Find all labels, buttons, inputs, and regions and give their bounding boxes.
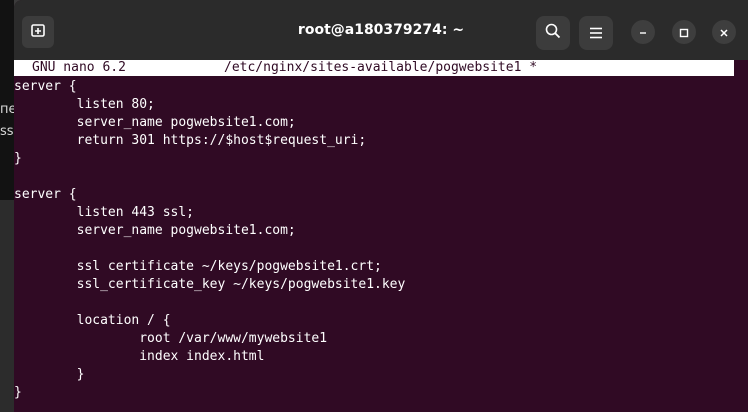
hamburger-menu-icon [589, 24, 603, 43]
code-line[interactable]: } [14, 384, 734, 402]
code-line[interactable]: index index.html [14, 348, 734, 366]
maximize-button[interactable] [672, 20, 696, 44]
minimize-button[interactable] [631, 20, 655, 44]
background-window-top [0, 0, 14, 200]
minimize-icon [638, 23, 648, 42]
background-window[interactable]: пе ss [0, 0, 17, 412]
nano-version: GNU nano 6.2 [32, 60, 126, 75]
terminal-area[interactable]: GNU nano 6.2 /etc/nginx/sites-available/… [14, 60, 748, 412]
nano-file-path: /etc/nginx/sites-available/pogwebsite1 * [224, 60, 538, 75]
code-line[interactable]: server { [14, 186, 734, 204]
background-window-text: ss [0, 124, 14, 139]
editor-buffer[interactable]: server { listen 80; server_name pogwebsi… [14, 78, 734, 402]
search-icon [545, 23, 561, 43]
menu-button[interactable] [579, 16, 613, 50]
code-line[interactable]: server_name pogwebsite1.com; [14, 222, 734, 240]
code-line[interactable]: listen 443 ssl; [14, 204, 734, 222]
maximize-icon [679, 23, 689, 42]
code-line[interactable] [14, 168, 734, 186]
code-line[interactable]: root /var/www/mywebsite1 [14, 330, 734, 348]
close-icon [719, 23, 729, 42]
code-line[interactable]: server { [14, 78, 734, 96]
code-line[interactable]: listen 80; [14, 96, 734, 114]
terminal-scrollbar[interactable] [736, 60, 748, 412]
search-button[interactable] [536, 16, 570, 50]
code-line[interactable]: server_name pogwebsite1.com; [14, 114, 734, 132]
title-bar[interactable]: root@a180379274: ~ [14, 0, 748, 60]
code-line[interactable]: ssl certificate ~/keys/pogwebsite1.crt; [14, 258, 734, 276]
nano-title-bar: GNU nano 6.2 /etc/nginx/sites-available/… [14, 60, 734, 76]
close-button[interactable] [712, 20, 736, 44]
code-line[interactable]: } [14, 150, 734, 168]
code-line[interactable]: ssl_certificate_key ~/keys/pogwebsite1.k… [14, 276, 734, 294]
code-line[interactable]: return 301 https://$host$request_uri; [14, 132, 734, 150]
code-line[interactable]: location / { [14, 312, 734, 330]
terminal-window[interactable]: root@a180379274: ~ GNU nano 6.2 /etc/ngi… [14, 0, 748, 412]
code-line[interactable] [14, 294, 734, 312]
code-line[interactable] [14, 240, 734, 258]
code-line[interactable]: } [14, 366, 734, 384]
